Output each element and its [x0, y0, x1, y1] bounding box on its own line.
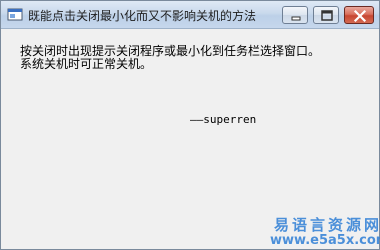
watermark-url: www.e5a5x.com	[270, 233, 380, 248]
maximize-button[interactable]	[313, 6, 339, 24]
message-line-2: 系统关机时可正常关机。	[20, 57, 153, 71]
title-bar[interactable]: 既能点击关闭最小化而又不影响关机的方法	[1, 1, 379, 29]
signature-label: ——superren	[190, 113, 257, 126]
minimize-button[interactable]	[282, 6, 308, 24]
application-icon[interactable]	[7, 7, 23, 23]
app-window: 既能点击关闭最小化而又不影响关机的方法 按关闭时出现提示关闭程序或最小化到任务栏…	[0, 0, 380, 250]
watermark-site-name: 易语言资源网	[274, 216, 380, 234]
close-button[interactable]	[344, 6, 374, 24]
window-title: 既能点击关闭最小化而又不影响关机的方法	[28, 9, 257, 23]
client-area: 按关闭时出现提示关闭程序或最小化到任务栏选择窗口。 系统关机时可正常关机。 ——…	[2, 30, 380, 249]
